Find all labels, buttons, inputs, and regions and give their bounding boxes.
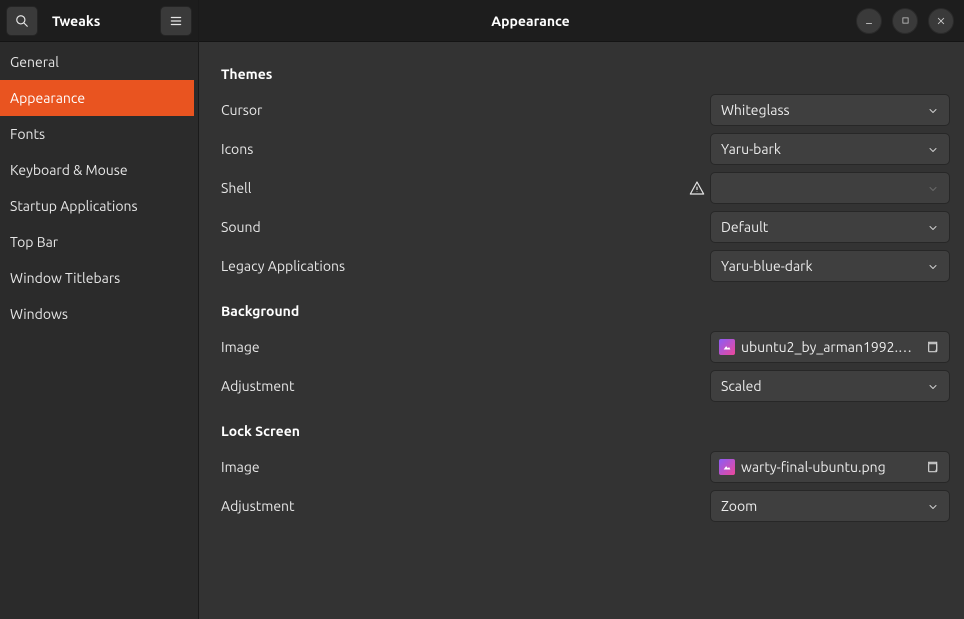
label-lockscreen-adjustment: Adjustment (221, 498, 684, 514)
background-adjustment-value: Scaled (721, 378, 927, 394)
warning-icon (689, 180, 705, 196)
maximize-icon (901, 16, 910, 25)
lockscreen-adjustment-value: Zoom (721, 498, 927, 514)
minimize-button[interactable] (856, 8, 882, 34)
section-title-lock-screen: Lock Screen (221, 423, 950, 439)
search-button[interactable] (6, 6, 38, 36)
sidebar-item-keyboard-mouse[interactable]: Keyboard & Mouse (0, 152, 198, 188)
lockscreen-image-filename: warty-final-ubuntu.png (741, 459, 915, 475)
background-image-file-button[interactable]: ubuntu2_by_arman1992.jpg (710, 331, 950, 363)
sidebar-item-top-bar[interactable]: Top Bar (0, 224, 198, 260)
window-controls (856, 8, 958, 34)
close-icon (936, 16, 946, 26)
sound-select[interactable]: Default (710, 211, 950, 243)
chevron-down-icon (927, 104, 939, 116)
menu-button[interactable] (160, 6, 192, 36)
row-legacy-applications: Legacy Applications Yaru-blue-dark (221, 246, 950, 285)
legacy-applications-select-value: Yaru-blue-dark (721, 258, 927, 274)
chevron-down-icon (927, 143, 939, 155)
image-icon (719, 339, 735, 355)
chevron-down-icon (927, 380, 939, 392)
hamburger-icon (169, 14, 183, 28)
sound-select-value: Default (721, 219, 927, 235)
content: Themes Cursor Whiteglass Icons Yaru-bark (199, 42, 964, 619)
label-cursor: Cursor (221, 102, 684, 118)
row-lockscreen-adjustment: Adjustment Zoom (221, 486, 950, 525)
sidebar-item-window-titlebars[interactable]: Window Titlebars (0, 260, 198, 296)
sidebar-item-appearance[interactable]: Appearance (0, 80, 194, 116)
label-lockscreen-image: Image (221, 459, 684, 475)
lockscreen-image-file-button[interactable]: warty-final-ubuntu.png (710, 451, 950, 483)
background-image-filename: ubuntu2_by_arman1992.jpg (741, 339, 915, 355)
sidebar: Tweaks General Appearance Fonts Keyboard… (0, 0, 199, 619)
row-icons: Icons Yaru-bark (221, 129, 950, 168)
icons-select[interactable]: Yaru-bark (710, 133, 950, 165)
label-sound: Sound (221, 219, 684, 235)
row-sound: Sound Default (221, 207, 950, 246)
cursor-select-value: Whiteglass (721, 102, 927, 118)
shell-select (710, 172, 950, 204)
sidebar-item-windows[interactable]: Windows (0, 296, 198, 332)
label-background-adjustment: Adjustment (221, 378, 684, 394)
label-shell: Shell (221, 180, 684, 196)
sidebar-item-fonts[interactable]: Fonts (0, 116, 198, 152)
chevron-down-icon (927, 221, 939, 233)
search-icon (15, 14, 29, 28)
image-icon (719, 459, 735, 475)
label-legacy-applications: Legacy Applications (221, 258, 684, 274)
minimize-icon (864, 16, 874, 26)
row-background-image: Image ubuntu2_by_arman1992.jpg (221, 327, 950, 366)
section-title-themes: Themes (221, 66, 950, 82)
sidebar-item-general[interactable]: General (0, 44, 198, 80)
page-title: Appearance (205, 13, 856, 29)
shell-warning (684, 180, 710, 196)
label-icons: Icons (221, 141, 684, 157)
sidebar-item-startup-applications[interactable]: Startup Applications (0, 188, 198, 224)
row-cursor: Cursor Whiteglass (221, 90, 950, 129)
sidebar-header: Tweaks (0, 0, 198, 42)
close-button[interactable] (928, 8, 954, 34)
file-open-icon (921, 456, 943, 478)
file-open-icon (921, 336, 943, 358)
chevron-down-icon (927, 500, 939, 512)
sidebar-list: General Appearance Fonts Keyboard & Mous… (0, 42, 198, 332)
icons-select-value: Yaru-bark (721, 141, 927, 157)
cursor-select[interactable]: Whiteglass (710, 94, 950, 126)
app-title: Tweaks (46, 13, 152, 29)
legacy-applications-select[interactable]: Yaru-blue-dark (710, 250, 950, 282)
lockscreen-adjustment-select[interactable]: Zoom (710, 490, 950, 522)
row-lockscreen-image: Image warty-final-ubuntu.png (221, 447, 950, 486)
section-title-background: Background (221, 303, 950, 319)
chevron-down-icon (927, 182, 939, 194)
background-adjustment-select[interactable]: Scaled (710, 370, 950, 402)
main: Appearance Themes Cursor (199, 0, 964, 619)
row-shell: Shell (221, 168, 950, 207)
label-background-image: Image (221, 339, 684, 355)
chevron-down-icon (927, 260, 939, 272)
row-background-adjustment: Adjustment Scaled (221, 366, 950, 405)
maximize-button[interactable] (892, 8, 918, 34)
main-header: Appearance (199, 0, 964, 42)
